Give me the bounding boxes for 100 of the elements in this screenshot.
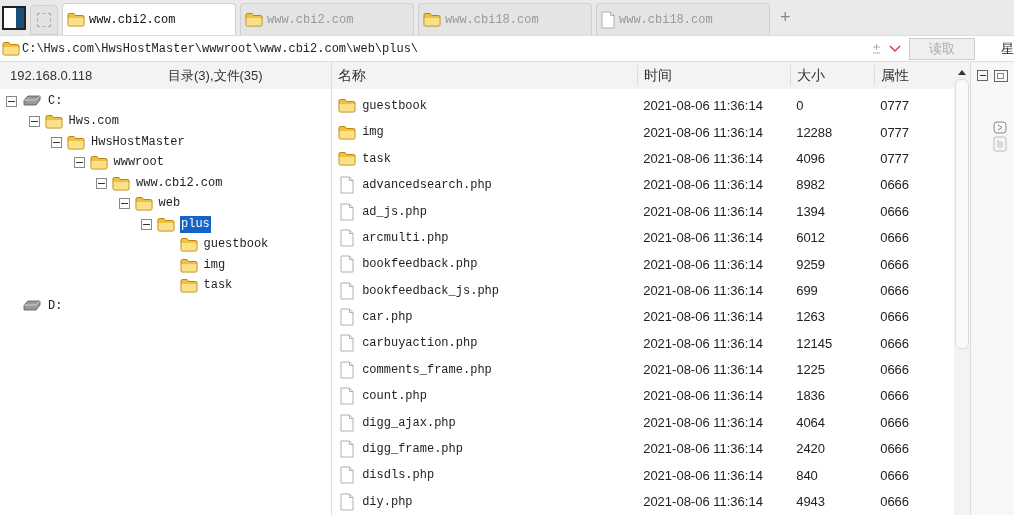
file-icon xyxy=(340,176,355,195)
tree-item[interactable]: C: xyxy=(47,92,64,110)
file-row[interactable]: bookfeedback.php 2021-08-06 11:36:14 9259 0666 xyxy=(332,251,955,278)
file-attributes: 0666 xyxy=(879,334,911,353)
file-icon xyxy=(340,466,355,485)
window-icon[interactable] xyxy=(994,70,1009,82)
tree-item[interactable]: Hws.com xyxy=(67,113,120,131)
file-row[interactable]: ad_js.php 2021-08-06 11:36:14 1394 0666 xyxy=(332,198,955,225)
folder-icon xyxy=(134,196,153,212)
file-row[interactable]: disdls.php 2021-08-06 11:36:14 840 0666 xyxy=(332,462,955,489)
file-time: 2021-08-06 11:36:14 xyxy=(642,281,764,300)
tree-item[interactable]: wwwroot xyxy=(112,154,165,172)
file-row[interactable]: diy.php 2021-08-06 11:36:14 4943 0666 xyxy=(332,488,955,515)
file-size: 1263 xyxy=(795,308,827,327)
file-name: ad_js.php xyxy=(362,203,427,221)
collapse-toggle[interactable] xyxy=(28,116,40,128)
collapse-toggle[interactable] xyxy=(118,198,130,210)
file-attributes: 0666 xyxy=(879,493,911,512)
tree-item[interactable]: img xyxy=(202,256,227,274)
file-row[interactable]: guestbook 2021-08-06 11:36:14 0 0777 xyxy=(332,92,955,120)
file-name: digg_frame.php xyxy=(362,441,463,458)
file-row[interactable]: bookfeedback_js.php 2021-08-06 11:36:14 699 0666 xyxy=(332,277,955,304)
collapse-toggle[interactable] xyxy=(51,136,62,148)
file-row[interactable]: carbuyaction.php 2021-08-06 11:36:14 12145 0666 xyxy=(332,330,955,357)
tree-item[interactable]: D: xyxy=(47,297,64,315)
file-time: 2021-08-06 11:36:14 xyxy=(642,202,764,221)
file-name: disdls.php xyxy=(362,467,435,485)
file-name: task xyxy=(362,150,391,168)
tab[interactable]: www.cbi2.com xyxy=(62,3,236,35)
folder-icon xyxy=(179,257,198,273)
panel-toggle-icon[interactable] xyxy=(2,6,26,30)
collapse-toggle[interactable] xyxy=(73,157,85,169)
file-row[interactable]: comments_frame.php 2021-08-06 11:36:14 1225 0666 xyxy=(332,356,955,384)
tree-item[interactable]: HwsHostMaster xyxy=(90,133,186,151)
file-icon xyxy=(340,387,355,406)
file-attributes: 0666 xyxy=(879,176,911,195)
file-icon xyxy=(340,255,355,274)
file-row[interactable]: digg_frame.php 2021-08-06 11:36:14 2420 0666 xyxy=(332,435,955,463)
file-name: bookfeedback.php xyxy=(362,256,478,274)
file-icon xyxy=(601,10,615,29)
folder-icon xyxy=(423,12,441,27)
file-name: bookfeedback_js.php xyxy=(362,282,499,300)
file-size: 4943 xyxy=(795,493,827,512)
tree-item[interactable]: guestbook xyxy=(202,236,270,254)
file-icon xyxy=(340,228,355,247)
file-icon xyxy=(340,202,355,221)
tree-item[interactable]: www.cbi2.com xyxy=(135,174,224,192)
tree-item[interactable]: plus xyxy=(180,215,211,233)
collapse-toggle[interactable] xyxy=(6,95,17,107)
folder-icon xyxy=(179,237,198,253)
folder-icon xyxy=(67,12,85,27)
file-row[interactable]: car.php 2021-08-06 11:36:14 1263 0666 xyxy=(332,303,955,331)
scrollbar[interactable] xyxy=(954,62,971,515)
collapse-toggle[interactable] xyxy=(141,218,152,230)
scroll-up-icon[interactable] xyxy=(958,70,967,75)
file-time: 2021-08-06 11:36:14 xyxy=(642,440,764,459)
file-time: 2021-08-06 11:36:14 xyxy=(642,149,764,168)
file-size: 4064 xyxy=(795,413,827,432)
file-name: img xyxy=(362,124,384,142)
file-attributes: 0666 xyxy=(879,308,911,327)
file-time: 2021-08-06 11:36:14 xyxy=(642,176,764,195)
folder-icon xyxy=(112,175,130,191)
file-row[interactable]: digg_ajax.php 2021-08-06 11:36:14 4064 0666 xyxy=(332,409,955,436)
column-header[interactable]: 大小 xyxy=(790,64,875,86)
file-attributes: 0666 xyxy=(879,229,911,248)
file-row[interactable]: task 2021-08-06 11:36:14 4096 0777 xyxy=(332,145,955,172)
file-row[interactable]: img 2021-08-06 11:36:14 12288 0777 xyxy=(332,119,955,146)
column-header[interactable]: 名称 xyxy=(332,64,638,86)
file-time: 2021-08-06 11:36:14 xyxy=(642,123,764,142)
file-attributes: 0777 xyxy=(879,149,911,168)
tree-item[interactable]: web xyxy=(157,195,182,213)
column-header[interactable]: 时间 xyxy=(637,64,791,86)
tree-item[interactable]: task xyxy=(202,277,234,295)
folder-icon xyxy=(179,278,198,294)
file-size: 6012 xyxy=(795,229,827,248)
file-name: advancedsearch.php xyxy=(362,177,492,195)
dropdown-caret-icon[interactable] xyxy=(889,44,901,53)
file-row[interactable]: advancedsearch.php 2021-08-06 11:36:14 8982 0666 xyxy=(332,171,955,199)
file-time: 2021-08-06 11:36:14 xyxy=(642,387,764,406)
file-name: comments_frame.php xyxy=(362,361,492,379)
file-size: 1394 xyxy=(795,202,827,221)
collapse-toggle[interactable] xyxy=(977,70,989,81)
file-row[interactable]: count.php 2021-08-06 11:36:14 1836 0666 xyxy=(332,383,955,410)
drive-icon xyxy=(22,300,42,313)
file-time: 2021-08-06 11:36:14 xyxy=(642,229,764,248)
folder-icon xyxy=(338,124,357,140)
folder-icon xyxy=(67,134,85,150)
file-time: 2021-08-06 11:36:14 xyxy=(642,413,764,432)
file-attributes: 0666 xyxy=(879,202,911,221)
file-name: digg_ajax.php xyxy=(362,414,456,432)
file-time: 2021-08-06 11:36:14 xyxy=(642,361,764,380)
file-row[interactable]: arcmulti.php 2021-08-06 11:36:14 6012 0666 xyxy=(332,224,955,252)
file-size: 4096 xyxy=(795,149,827,168)
file-icon xyxy=(340,440,355,458)
scroll-thumb[interactable] xyxy=(955,79,970,349)
collapse-toggle[interactable] xyxy=(96,177,107,189)
file-attributes: 0666 xyxy=(879,361,911,380)
folder-icon xyxy=(338,98,357,114)
file-attributes: 0666 xyxy=(879,440,911,459)
file-size: 840 xyxy=(795,466,819,485)
